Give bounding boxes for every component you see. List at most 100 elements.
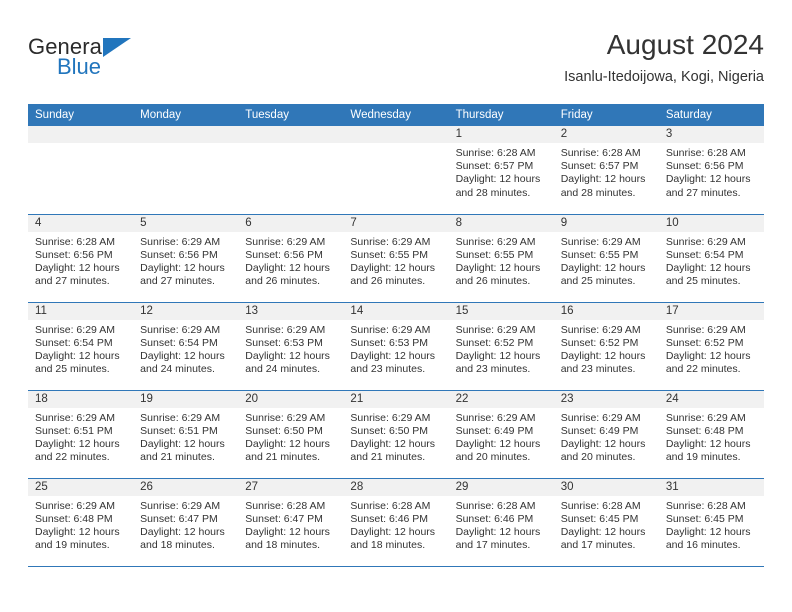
daylight-text-line2: and 19 minutes. [665,451,741,464]
sunrise-text: Sunrise: 6:29 AM [665,323,746,336]
sunset-text: Sunset: 6:56 PM [140,248,218,261]
calendar-day-cell[interactable]: 8 Sunrise: 6:29 AM Sunset: 6:55 PM Daylight… [448,214,554,303]
calendar-day-cell[interactable]: 11 Sunrise: 6:29 AM Sunset: 6:54 PM Dayligh… [28,302,134,391]
calendar-day-cell[interactable]: 18 Sunrise: 6:29 AM Sunset: 6:51 PM Dayligh… [28,390,134,479]
day-number: 31 [658,478,764,496]
calendar-cell-inner: 10 Sunrise: 6:29 AM Sunset: 6:54 PM Dayligh… [658,214,764,302]
sunrise-text: Sunrise: 6:28 AM [245,499,326,512]
calendar-day-cell[interactable]: 14 Sunrise: 6:29 AM Sunset: 6:53 PM Dayligh… [343,302,449,391]
day-details: Sunrise: 6:29 AM Sunset: 6:50 PM Daylight:… [238,408,343,465]
calendar-day-cell[interactable]: 26 Sunrise: 6:29 AM Sunset: 6:47 PM Dayligh… [133,478,239,567]
calendar-cell-inner: 3 Sunrise: 6:28 AM Sunset: 6:56 PM Daylight… [658,126,764,214]
sunrise-text: Sunrise: 6:29 AM [350,323,431,336]
day-details: Sunrise: 6:29 AM Sunset: 6:48 PM Daylight:… [659,408,764,465]
sunrise-text: Sunrise: 6:28 AM [350,499,431,512]
flag-triangle-icon [103,38,131,57]
calendar-day-cell[interactable]: 16 Sunrise: 6:29 AM Sunset: 6:52 PM Dayligh… [553,302,659,391]
day-details: Sunrise: 6:28 AM Sunset: 6:45 PM Daylight:… [659,496,764,553]
daylight-text-line2: and 23 minutes. [455,363,531,376]
day-details: Sunrise: 6:29 AM Sunset: 6:53 PM Daylight:… [343,320,448,377]
daylight-text-line1: Daylight: 12 hours [350,525,436,538]
day-number: 26 [133,478,239,496]
calendar-page: General Blue August 2024 Isanlu-Itedoijo… [0,0,792,612]
day-details: Sunrise: 6:29 AM Sunset: 6:51 PM Daylight:… [133,408,238,465]
day-number [238,126,344,143]
daylight-text-line1: Daylight: 12 hours [35,525,120,538]
day-number: 2 [553,126,659,143]
sunset-text: Sunset: 6:46 PM [350,512,429,525]
calendar-day-cell[interactable]: 10 Sunrise: 6:29 AM Sunset: 6:54 PM Dayligh… [658,214,764,303]
day-details: Sunrise: 6:28 AM Sunset: 6:46 PM Daylight:… [449,496,554,553]
day-number: 30 [553,478,659,496]
calendar-day-cell[interactable]: 15 Sunrise: 6:29 AM Sunset: 6:52 PM Dayligh… [448,302,554,391]
calendar-day-cell[interactable]: 21 Sunrise: 6:29 AM Sunset: 6:50 PM Dayligh… [343,390,449,479]
calendar-day-cell[interactable]: 29 Sunrise: 6:28 AM Sunset: 6:46 PM Dayligh… [448,478,554,567]
sunset-text: Sunset: 6:54 PM [665,248,744,261]
daylight-text-line1: Daylight: 12 hours [350,437,436,450]
calendar-day-cell[interactable]: 13 Sunrise: 6:29 AM Sunset: 6:53 PM Dayligh… [238,302,344,391]
calendar-cell-inner: 25 Sunrise: 6:29 AM Sunset: 6:48 PM Dayligh… [28,478,134,566]
day-details: Sunrise: 6:29 AM Sunset: 6:55 PM Daylight:… [449,232,554,289]
day-number: 1 [448,126,554,143]
calendar-cell-inner [133,126,239,214]
calendar-day-cell[interactable]: 20 Sunrise: 6:29 AM Sunset: 6:50 PM Dayligh… [238,390,344,479]
calendar-week-row: 11 Sunrise: 6:29 AM Sunset: 6:54 PM Dayligh… [28,302,764,391]
daylight-text-line2: and 18 minutes. [245,539,320,552]
sunrise-text: Sunrise: 6:28 AM [560,499,641,512]
sunrise-text: Sunrise: 6:29 AM [455,323,536,336]
calendar-day-cell[interactable]: 19 Sunrise: 6:29 AM Sunset: 6:51 PM Dayligh… [133,390,239,479]
sunrise-text: Sunrise: 6:29 AM [140,499,221,512]
daylight-text-line1: Daylight: 12 hours [245,525,330,538]
daylight-text-line2: and 25 minutes. [35,363,110,376]
calendar-day-cell[interactable]: 1 Sunrise: 6:28 AM Sunset: 6:57 PM Daylight… [448,126,554,215]
day-number [28,126,134,143]
calendar-day-cell[interactable]: 7 Sunrise: 6:29 AM Sunset: 6:55 PM Daylight… [343,214,449,303]
sunrise-text: Sunrise: 6:29 AM [455,411,536,424]
daylight-text-line1: Daylight: 12 hours [140,437,225,450]
calendar-day-cell[interactable]: 5 Sunrise: 6:29 AM Sunset: 6:56 PM Daylight… [133,214,239,303]
daylight-text-line2: and 24 minutes. [245,363,320,376]
day-number: 20 [238,390,344,408]
daylight-text-line1: Daylight: 12 hours [665,261,751,274]
calendar-day-cell[interactable]: 30 Sunrise: 6:28 AM Sunset: 6:45 PM Dayligh… [553,478,659,567]
sunset-text: Sunset: 6:45 PM [665,512,744,525]
general-blue-logo: General Blue [28,36,158,88]
day-details: Sunrise: 6:29 AM Sunset: 6:55 PM Daylight:… [343,232,448,289]
calendar-day-cell[interactable]: 31 Sunrise: 6:28 AM Sunset: 6:45 PM Dayligh… [658,478,764,567]
calendar-day-cell[interactable]: 24 Sunrise: 6:29 AM Sunset: 6:48 PM Dayligh… [658,390,764,479]
sunrise-text: Sunrise: 6:29 AM [35,411,115,424]
day-number: 23 [553,390,659,408]
calendar-day-cell[interactable]: 27 Sunrise: 6:28 AM Sunset: 6:47 PM Dayligh… [238,478,344,567]
calendar-day-cell[interactable]: 6 Sunrise: 6:29 AM Sunset: 6:56 PM Daylight… [238,214,344,303]
sunset-text: Sunset: 6:54 PM [140,336,218,349]
calendar-day-cell[interactable]: 12 Sunrise: 6:29 AM Sunset: 6:54 PM Dayligh… [133,302,239,391]
day-details: Sunrise: 6:29 AM Sunset: 6:47 PM Daylight:… [133,496,238,553]
sunrise-text: Sunrise: 6:29 AM [245,323,326,336]
weekday-header-wednesday: Wednesday [343,104,449,126]
calendar-day-cell[interactable]: 4 Sunrise: 6:28 AM Sunset: 6:56 PM Daylight… [28,214,134,303]
daylight-text-line1: Daylight: 12 hours [140,525,225,538]
calendar-day-cell[interactable]: 9 Sunrise: 6:29 AM Sunset: 6:55 PM Daylight… [553,214,659,303]
calendar-day-cell[interactable]: 3 Sunrise: 6:28 AM Sunset: 6:56 PM Daylight… [658,126,764,215]
calendar-day-cell[interactable]: 28 Sunrise: 6:28 AM Sunset: 6:46 PM Dayligh… [343,478,449,567]
calendar-day-cell[interactable]: 23 Sunrise: 6:29 AM Sunset: 6:49 PM Dayligh… [553,390,659,479]
calendar-day-cell[interactable]: 2 Sunrise: 6:28 AM Sunset: 6:57 PM Daylight… [553,126,659,215]
daylight-text-line2: and 25 minutes. [560,275,636,288]
calendar-day-cell[interactable]: 17 Sunrise: 6:29 AM Sunset: 6:52 PM Dayligh… [658,302,764,391]
calendar-day-cell[interactable]: 22 Sunrise: 6:29 AM Sunset: 6:49 PM Dayligh… [448,390,554,479]
daylight-text-line2: and 27 minutes. [140,275,215,288]
daylight-text-line2: and 22 minutes. [35,451,110,464]
calendar-cell-inner: 27 Sunrise: 6:28 AM Sunset: 6:47 PM Dayligh… [238,478,344,566]
daylight-text-line2: and 28 minutes. [560,186,636,199]
calendar-cell-empty [28,126,134,215]
daylight-text-line1: Daylight: 12 hours [245,349,330,362]
day-number: 22 [448,390,554,408]
calendar-cell-inner: 8 Sunrise: 6:29 AM Sunset: 6:55 PM Daylight… [448,214,554,302]
sunrise-text: Sunrise: 6:29 AM [245,411,326,424]
day-number [343,126,449,143]
day-number: 17 [658,302,764,320]
daylight-text-line1: Daylight: 12 hours [350,261,436,274]
daylight-text-line2: and 18 minutes. [350,539,426,552]
calendar-day-cell[interactable]: 25 Sunrise: 6:29 AM Sunset: 6:48 PM Dayligh… [28,478,134,567]
calendar-cell-inner: 21 Sunrise: 6:29 AM Sunset: 6:50 PM Dayligh… [343,390,449,478]
